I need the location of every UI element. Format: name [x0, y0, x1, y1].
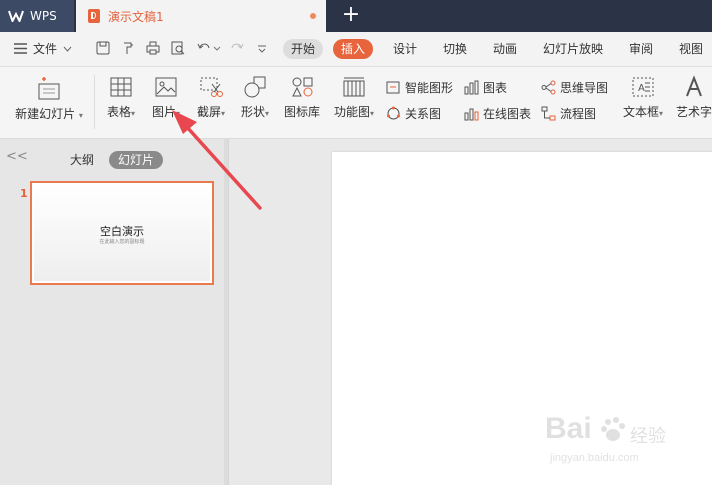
paw-icon: [601, 417, 625, 441]
watermark-brand: Bai: [545, 412, 592, 445]
watermark-cn: 经验: [630, 426, 666, 447]
baidu-watermark: Bai 经验 jingyan.baidu.com: [545, 410, 710, 480]
watermark-url: jingyan.baidu.com: [550, 452, 639, 464]
